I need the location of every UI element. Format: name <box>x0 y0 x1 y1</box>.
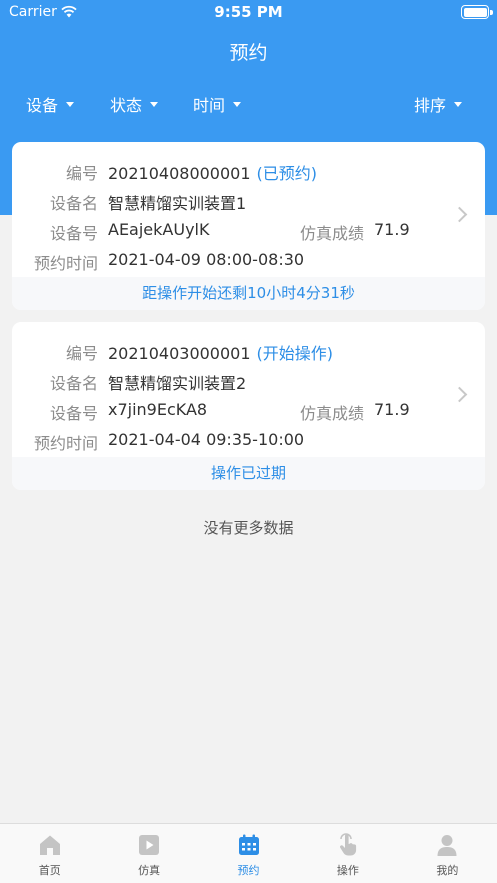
filter-time-label: 时间 <box>193 96 226 115</box>
booking-countdown: 距操作开始还剩10小时4分31秒 <box>12 277 485 310</box>
no-more-data-text: 没有更多数据 <box>203 519 294 537</box>
booking-time: 2021-04-04 09:35-10:00 <box>108 430 305 449</box>
tab-home-label: 首页 <box>38 864 61 877</box>
tab-operation-label: 操作 <box>336 864 359 877</box>
chevron-right-icon <box>451 386 468 403</box>
booking-card[interactable]: 编号 20210403000001 (开始操作) 设备名 智慧精馏实训装置2 设备… <box>12 322 485 490</box>
tab-operation[interactable]: 操作 <box>298 824 397 883</box>
filter-sort-label: 排序 <box>414 96 447 115</box>
filter-time[interactable]: 时间 <box>193 92 242 116</box>
chevron-right-icon <box>451 206 468 223</box>
score-label: 仿真成绩 <box>299 404 364 423</box>
tab-booking-label: 预约 <box>237 864 260 877</box>
status-bar: Carrier 9:55 PM <box>0 0 497 26</box>
home-icon <box>39 835 60 855</box>
device-name-label: 设备名 <box>49 374 98 393</box>
booking-number: 20210408000001 (已预约) <box>108 164 318 183</box>
caret-down-icon <box>66 101 75 107</box>
tab-simulation-label: 仿真 <box>138 864 161 877</box>
tab-mine[interactable]: 我的 <box>398 824 497 883</box>
booking-card[interactable]: 编号 20210408000001 (已预约) 设备名 智慧精馏实训装置1 设备号… <box>12 142 485 310</box>
tab-bar: 首页 仿真 预约 操作 我的 <box>0 823 497 883</box>
number-label: 编号 <box>65 344 98 363</box>
device-name: 智慧精馏实训装置1 <box>108 194 247 213</box>
tab-booking[interactable]: 预约 <box>199 824 298 883</box>
device-name-label: 设备名 <box>49 194 98 213</box>
booking-status: (开始操作) <box>256 344 334 363</box>
tab-simulation[interactable]: 仿真 <box>99 824 198 883</box>
booking-time: 2021-04-09 08:00-08:30 <box>108 250 305 269</box>
tab-mine-label: 我的 <box>436 864 459 877</box>
user-icon <box>437 835 457 856</box>
device-no-label: 设备号 <box>49 224 98 243</box>
booking-expired-notice: 操作已过期 <box>12 457 485 490</box>
caret-down-icon <box>150 101 159 107</box>
filter-device[interactable]: 设备 <box>26 92 75 116</box>
page-title: 预约 <box>229 42 268 64</box>
filter-sort[interactable]: 排序 <box>414 92 463 116</box>
score-value: 71.9 <box>374 220 410 239</box>
calendar-icon <box>238 834 259 855</box>
device-no: AEajekAUylK <box>108 220 210 239</box>
score-label: 仿真成绩 <box>299 224 364 243</box>
number-label: 编号 <box>65 164 98 183</box>
booking-time-label: 预约时间 <box>33 434 98 453</box>
booking-time-label: 预约时间 <box>33 254 98 273</box>
status-time: 9:55 PM <box>214 3 283 21</box>
booking-status: (已预约) <box>256 164 318 183</box>
filter-status[interactable]: 状态 <box>110 92 159 116</box>
caret-down-icon <box>233 101 242 107</box>
booking-number: 20210403000001 (开始操作) <box>108 344 334 363</box>
play-icon <box>139 835 160 855</box>
device-no-label: 设备号 <box>49 404 98 423</box>
tab-home[interactable]: 首页 <box>0 824 99 883</box>
caret-down-icon <box>454 101 463 107</box>
device-name: 智慧精馏实训装置2 <box>108 374 247 393</box>
score-value: 71.9 <box>374 400 410 419</box>
filter-device-label: 设备 <box>26 96 59 115</box>
hand-pointer-icon <box>339 833 357 856</box>
filter-status-label: 状态 <box>110 96 143 115</box>
battery-icon <box>461 5 493 19</box>
device-no: x7jin9EcKA8 <box>108 400 208 419</box>
